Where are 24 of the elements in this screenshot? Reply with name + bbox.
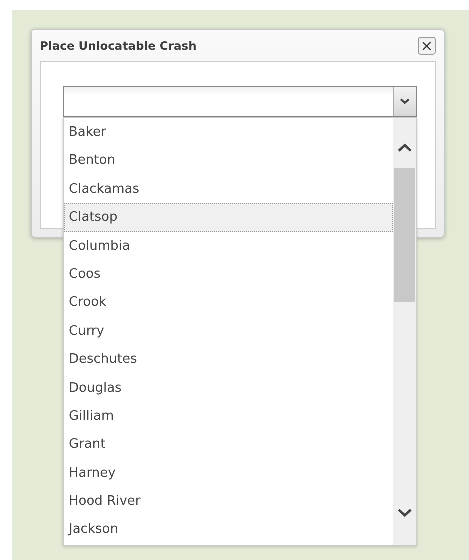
dropdown-button[interactable] <box>393 87 416 116</box>
list-item[interactable]: Douglas <box>64 374 393 402</box>
list-item[interactable]: Harney <box>64 458 393 488</box>
list-item[interactable]: Clackamas <box>64 174 393 204</box>
close-button[interactable]: × <box>418 36 436 54</box>
county-combo[interactable] <box>63 86 417 117</box>
list-item[interactable]: Benton <box>64 146 393 175</box>
list-item[interactable]: Grant <box>64 430 393 459</box>
list-item[interactable]: Clatsop <box>64 203 393 232</box>
list-item[interactable]: Curry <box>64 316 393 346</box>
scroll-up-icon[interactable] <box>397 143 413 153</box>
list-item[interactable]: Columbia <box>64 232 393 260</box>
chevron-down-icon <box>400 98 410 105</box>
list-item[interactable]: Gilliam <box>64 402 393 430</box>
scrollbar[interactable] <box>393 118 416 545</box>
list-item[interactable]: Baker <box>64 118 393 146</box>
dialog-title: Place Unlocatable Crash <box>40 38 197 52</box>
scroll-thumb[interactable] <box>394 168 415 302</box>
list-item[interactable]: Hood River <box>64 487 393 516</box>
list-item[interactable]: Jackson <box>64 515 393 544</box>
list-item[interactable]: Coos <box>64 260 393 288</box>
list-item[interactable]: Deschutes <box>64 345 393 374</box>
list-item[interactable]: Crook <box>64 288 393 317</box>
scroll-down-icon[interactable] <box>397 508 413 518</box>
